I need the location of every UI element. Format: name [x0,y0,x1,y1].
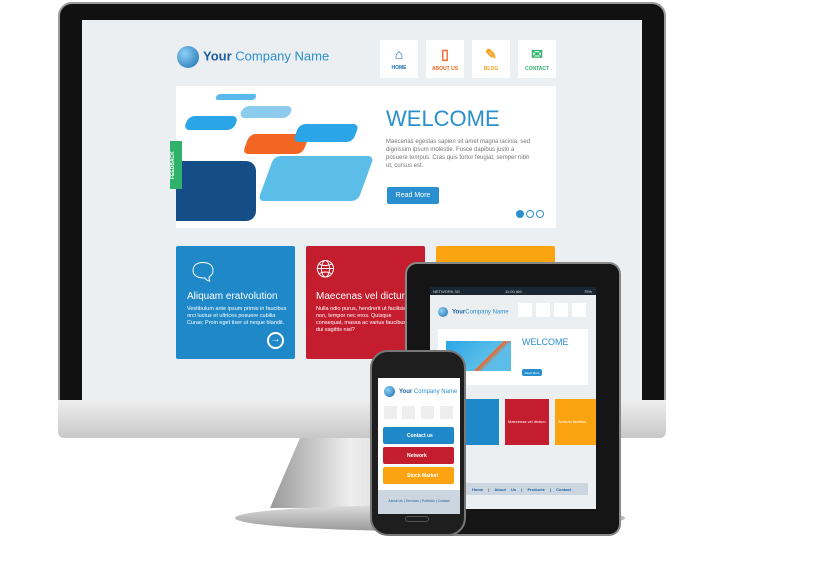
nav-about-us[interactable] [402,406,415,419]
document-icon: ▯ [441,46,449,62]
feature-card[interactable]: Maecenas vel dictum [505,399,549,445]
nav-label: CONTACT [524,66,550,72]
menu-label: Stock Market [407,473,439,479]
menu-stock-market[interactable]: Stock Market [383,467,454,484]
menu-label: Contact us [407,433,433,439]
card-text: Nulla odio purus, hendrerit ut facilisis… [316,306,408,333]
welcome-title: WELCOME [386,106,500,131]
hero-tile [257,156,375,201]
footer-nav: About Us | Services | Portfolio | Contac… [378,490,460,514]
logo-text: Company Name [465,309,509,316]
globe-logo-icon [384,386,395,397]
nav-blog[interactable]: ✎ BLOG [472,40,510,78]
company-logo[interactable]: Your Company Name [177,46,329,68]
slide-dot[interactable] [526,210,534,218]
phone-home-button [405,516,429,522]
hero-tile [238,106,294,118]
edit-icon: ✎ [485,46,497,62]
battery-status: 75% [583,289,592,294]
logo-bold: Your [452,309,466,316]
phone-screen: Your Company Name Contact us Network Sto… [378,378,460,514]
nav-home[interactable]: ⌂ HOME [380,40,418,78]
globe-logo-icon [177,46,199,68]
company-logo[interactable]: YourCompany Name [438,307,509,317]
nav-blog[interactable] [421,406,434,419]
footer-link[interactable]: Contact [556,487,571,492]
feature-card[interactable]: Aenean facilisis [555,399,596,445]
menu-network[interactable]: Network [383,447,454,464]
hero-tile [183,116,239,130]
feedback-tab[interactable]: FEEDBACK [170,141,182,189]
card-title: Aliquam eratvolution [187,291,278,302]
logo-text: Company Name [412,389,458,396]
nav-blog[interactable] [554,303,568,317]
logo-bold: Your [399,389,413,396]
logo-text: Company Name [231,48,330,64]
nav-label: HOME [391,65,407,71]
nav-label: BLOG [483,66,499,72]
footer-link[interactable]: Products [527,487,544,492]
nav-home[interactable] [384,406,397,419]
status-bar: NETWORK 3G 11:00 AM 75% [430,287,596,295]
logo-bold: Your [203,48,232,64]
nav-contact[interactable]: ✉ CONTACT [518,40,556,78]
arrow-right-icon[interactable]: → [267,332,284,349]
globe-logo-icon [438,307,448,317]
footer-link[interactable]: Home [472,487,483,492]
menu-label: Network [407,453,427,459]
footer-nav: Home | About Us | Products | Contact [455,483,588,495]
footer-link[interactable]: About Us [494,487,516,492]
hero-banner: FEEDBACK WELCOME Maecenas egestas sapien… [170,86,556,228]
card-title: Aenean facilisis [558,419,586,424]
hero-tile [292,124,360,142]
hero-tile [214,94,258,100]
nav-contact[interactable] [440,406,453,419]
menu-contact-us[interactable]: Contact us [383,427,454,444]
hero-tile [176,161,256,221]
welcome-title: WELCOME [522,337,569,347]
feature-card[interactable]: 🗨 Aliquam eratvolution Vestibulum ante i… [176,246,295,359]
nav-contact[interactable] [572,303,586,317]
nav-home[interactable] [518,303,532,317]
card-title: Maecenas vel dictum [316,291,410,302]
read-more-button[interactable]: Read More [387,187,439,204]
home-icon: ⌂ [394,46,404,62]
globe-icon: 🌐︎ [316,256,336,283]
slide-dot-active[interactable] [516,210,524,218]
nav-about-us[interactable] [536,303,550,317]
network-status: NETWORK 3G [433,289,460,294]
nav-about-us[interactable]: ▯ ABOUT US [426,40,464,78]
read-more-button[interactable]: Read More [522,369,542,376]
chat-icon: 🗨 [188,259,219,286]
card-text: Vestibulum ante ipsum primis in faucibus… [187,306,287,326]
nav-label: ABOUT US [431,66,459,72]
card-title: Maecenas vel dictum [508,419,546,424]
slide-dot[interactable] [536,210,544,218]
mail-icon: ✉ [531,46,543,62]
company-logo[interactable]: Your Company Name [384,386,457,397]
clock: 11:00 AM [505,289,522,294]
welcome-text: Maecenas egestas sapien sit amet magna l… [386,139,531,169]
